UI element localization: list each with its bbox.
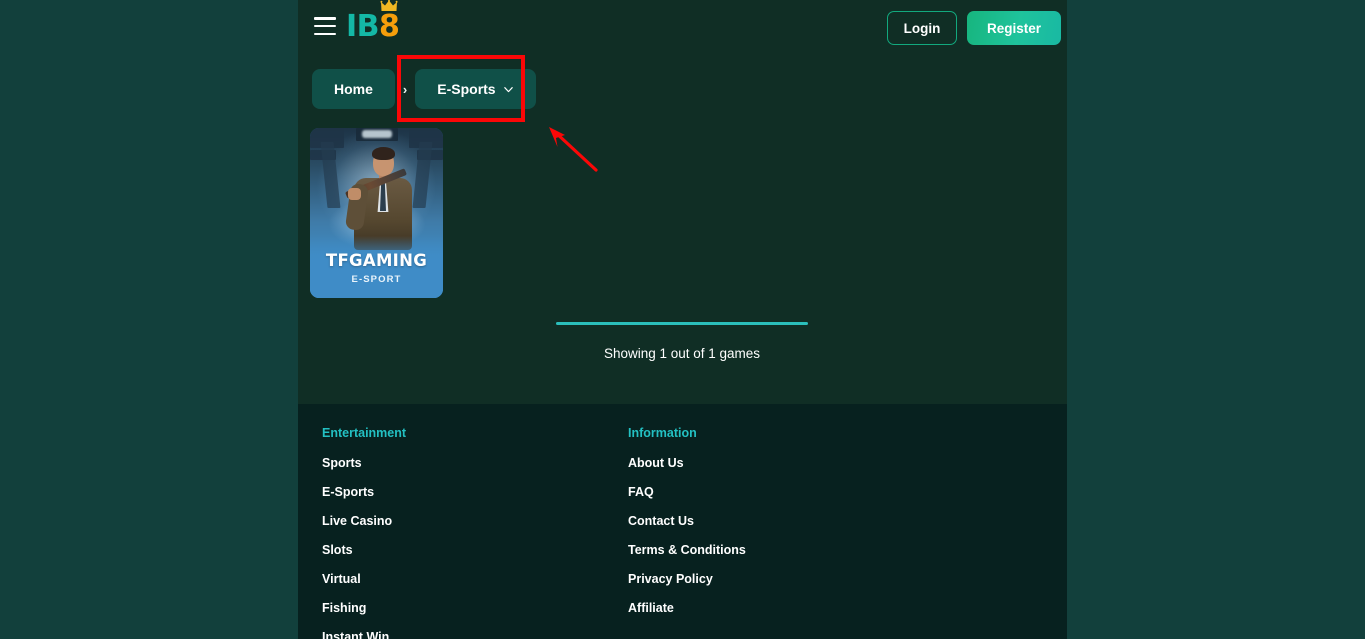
breadcrumb-esports-label: E-Sports [437, 81, 495, 97]
site-footer: Entertainment Sports E-Sports Live Casin… [298, 404, 1067, 639]
logo-text-primary: IB [346, 9, 379, 44]
footer-link-esports[interactable]: E-Sports [322, 485, 628, 499]
game-grid: TFGAMING E-SPORT [310, 128, 443, 298]
page-container: IB8 Login Register Home › E-Sports [298, 0, 1067, 639]
games-progress-bar[interactable] [556, 322, 808, 325]
hamburger-line [314, 17, 336, 20]
footer-link-faq[interactable]: FAQ [628, 485, 746, 499]
hamburger-line [314, 33, 336, 36]
footer-column-entertainment: Entertainment Sports E-Sports Live Casin… [322, 426, 628, 639]
hamburger-menu-icon[interactable] [314, 17, 336, 35]
footer-link-about-us[interactable]: About Us [628, 456, 746, 470]
footer-link-sports[interactable]: Sports [322, 456, 628, 470]
site-logo[interactable]: IB8 [346, 9, 399, 45]
game-card-title: TFGAMING [310, 251, 443, 270]
games-progress-section: Showing 1 out of 1 games [556, 322, 808, 361]
register-button[interactable]: Register [967, 11, 1061, 45]
footer-link-contact-us[interactable]: Contact Us [628, 514, 746, 528]
breadcrumb: Home › E-Sports [312, 69, 536, 109]
footer-link-live-casino[interactable]: Live Casino [322, 514, 628, 528]
breadcrumb-separator-icon: › [403, 82, 407, 97]
footer-link-instant-win[interactable]: Instant Win [322, 630, 628, 639]
breadcrumb-esports-dropdown[interactable]: E-Sports [415, 69, 535, 109]
footer-heading-entertainment: Entertainment [322, 426, 628, 440]
footer-link-privacy-policy[interactable]: Privacy Policy [628, 572, 746, 586]
breadcrumb-home-button[interactable]: Home [312, 69, 395, 109]
game-card-tfgaming[interactable]: TFGAMING E-SPORT [310, 128, 443, 298]
logo-text-accent: 8 [379, 9, 399, 44]
login-button[interactable]: Login [887, 11, 957, 45]
chevron-down-icon [503, 84, 514, 95]
footer-column-information: Information About Us FAQ Contact Us Term… [628, 426, 746, 639]
game-card-subtitle: E-SPORT [310, 274, 443, 285]
header-actions: Login Register [887, 11, 1061, 45]
footer-link-slots[interactable]: Slots [322, 543, 628, 557]
footer-link-affiliate[interactable]: Affiliate [628, 601, 746, 615]
footer-link-virtual[interactable]: Virtual [322, 572, 628, 586]
site-header: IB8 Login Register [298, 0, 1067, 56]
game-card-label: TFGAMING E-SPORT [310, 251, 443, 285]
crown-icon [381, 0, 398, 12]
footer-link-terms[interactable]: Terms & Conditions [628, 543, 746, 557]
games-count-text: Showing 1 out of 1 games [556, 346, 808, 361]
hamburger-line [314, 25, 336, 28]
footer-heading-information: Information [628, 426, 746, 440]
footer-link-fishing[interactable]: Fishing [322, 601, 628, 615]
